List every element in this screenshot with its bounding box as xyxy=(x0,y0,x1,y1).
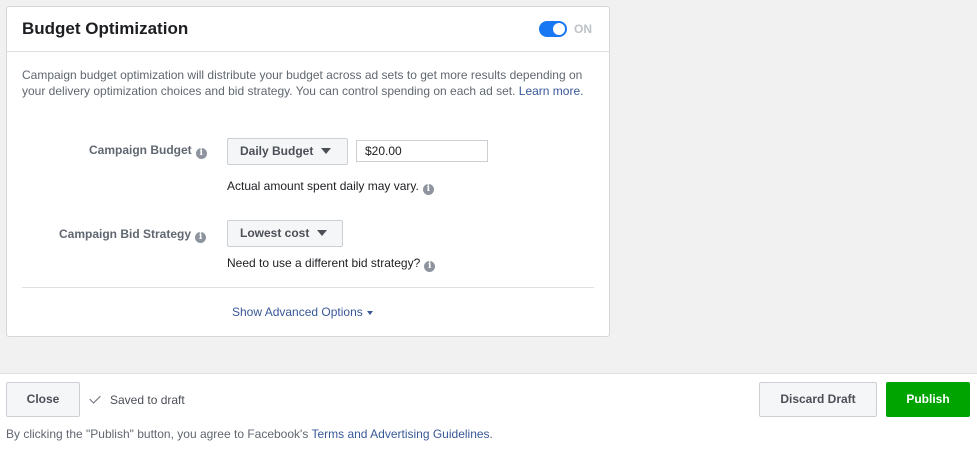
budget-amount-input[interactable] xyxy=(356,140,488,162)
info-icon[interactable]: i xyxy=(195,232,207,243)
chevron-down-icon xyxy=(317,230,328,236)
toggle-state-label: ON xyxy=(574,22,592,36)
campaign-budget-label-text: Campaign Budget xyxy=(89,143,192,157)
budget-help-text: Actual amount spent daily may vary. xyxy=(227,179,419,193)
terms-link[interactable]: Terms and Advertising Guidelines xyxy=(311,427,489,441)
info-icon[interactable]: i xyxy=(422,184,434,195)
info-icon[interactable]: i xyxy=(424,261,436,272)
legal-notice: By clicking the "Publish" button, you ag… xyxy=(6,427,493,441)
info-icon[interactable]: i xyxy=(195,148,207,159)
card-header: Budget Optimization ON xyxy=(7,7,609,52)
toggle-knob xyxy=(553,23,565,35)
close-button[interactable]: Close xyxy=(6,382,80,417)
saved-status: Saved to draft xyxy=(89,392,185,407)
bid-strategy-value: Lowest cost xyxy=(240,226,310,240)
bid-help: Need to use a different bid strategy? i xyxy=(227,256,436,272)
campaign-bid-strategy-label-text: Campaign Bid Strategy xyxy=(59,227,192,241)
card-description: Campaign budget optimization will distri… xyxy=(22,67,598,99)
card-title: Budget Optimization xyxy=(22,19,189,38)
check-icon xyxy=(89,392,101,404)
campaign-budget-label: Campaign Budget i xyxy=(89,143,207,159)
bid-strategy-dropdown[interactable]: Lowest cost xyxy=(227,220,343,247)
budget-optimization-toggle[interactable] xyxy=(539,21,567,37)
publish-button[interactable]: Publish xyxy=(886,382,970,417)
divider xyxy=(22,287,594,288)
chevron-down-icon xyxy=(321,148,332,154)
budget-help: Actual amount spent daily may vary. i xyxy=(227,179,434,195)
chevron-down-icon xyxy=(366,311,373,315)
show-advanced-options-label: Show Advanced Options xyxy=(232,305,363,319)
legal-prefix: By clicking the "Publish" button, you ag… xyxy=(6,427,309,441)
budget-optimization-card: Budget Optimization ON Campaign budget o… xyxy=(6,6,610,337)
show-advanced-options-link[interactable]: Show Advanced Options xyxy=(232,305,373,319)
learn-more-link[interactable]: Learn more. xyxy=(519,84,584,98)
footer-bar: Close Saved to draft Discard Draft Publi… xyxy=(0,373,977,450)
legal-suffix: . xyxy=(489,427,493,441)
discard-draft-button[interactable]: Discard Draft xyxy=(759,382,877,417)
campaign-bid-strategy-label: Campaign Bid Strategy i xyxy=(59,227,207,243)
bid-help-text: Need to use a different bid strategy? xyxy=(227,256,421,270)
description-text: Campaign budget optimization will distri… xyxy=(22,68,583,98)
saved-status-text: Saved to draft xyxy=(110,393,185,407)
budget-type-value: Daily Budget xyxy=(240,144,314,158)
budget-type-dropdown[interactable]: Daily Budget xyxy=(227,138,348,165)
